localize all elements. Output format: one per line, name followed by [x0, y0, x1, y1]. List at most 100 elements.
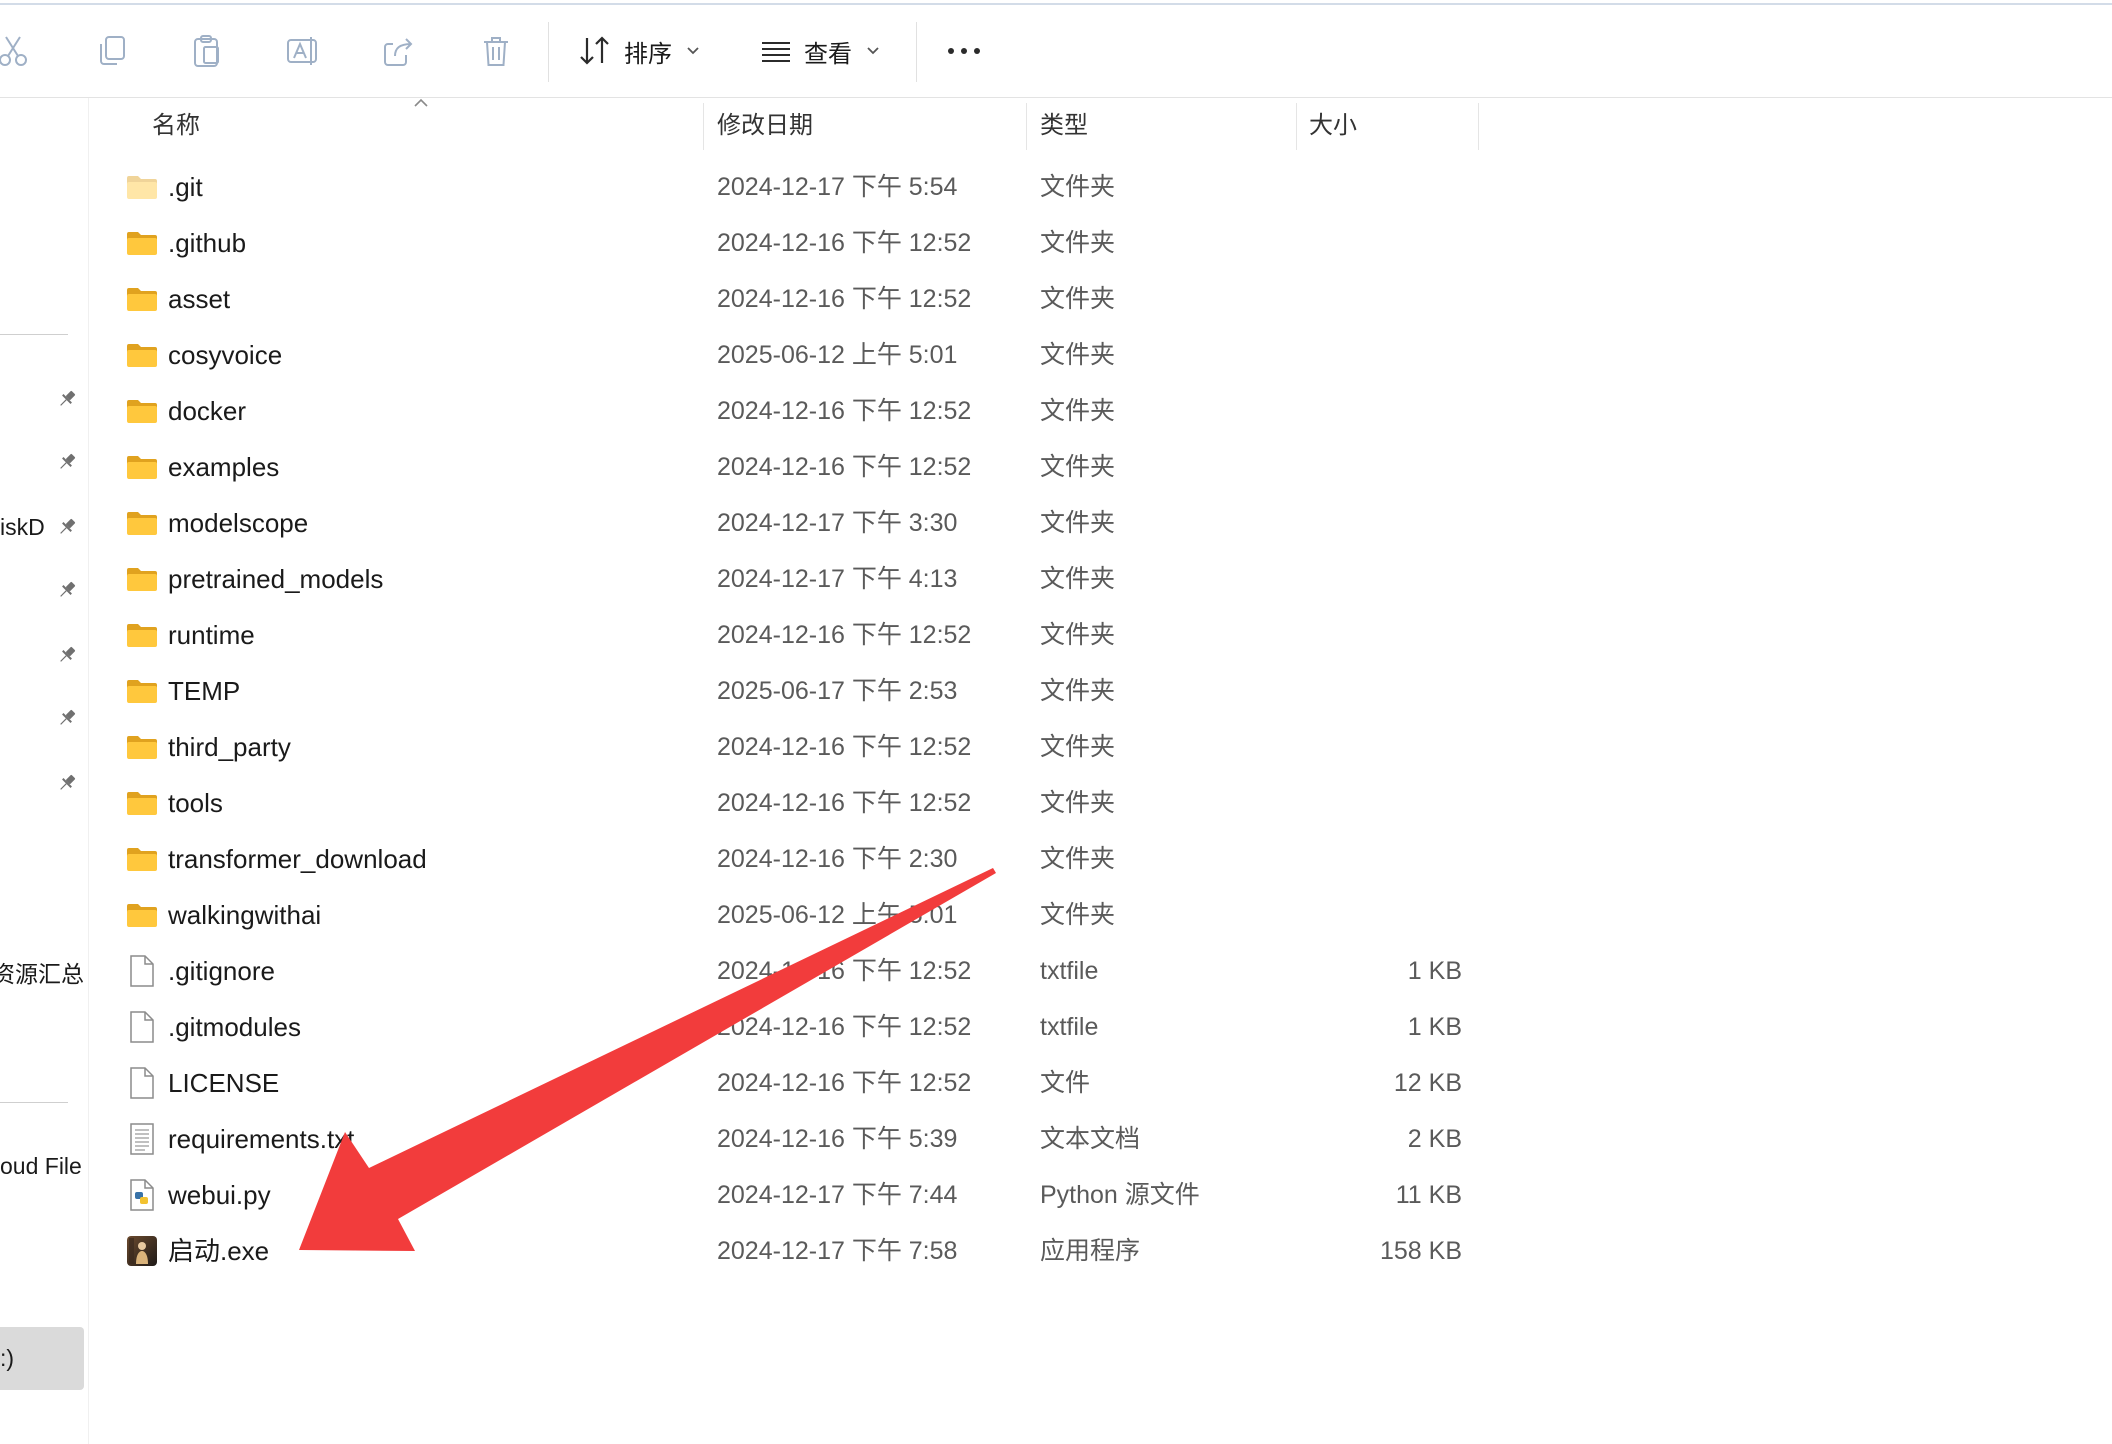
cut-button[interactable]: [0, 5, 32, 97]
file-row[interactable]: .gitmodules 2024-12-16 下午 12:52 txtfile 1 K…: [88, 999, 1480, 1055]
view-button[interactable]: 查看: [760, 5, 890, 97]
nav-separator: [0, 1102, 68, 1103]
paste-button[interactable]: [185, 5, 229, 97]
cut-icon: [0, 36, 27, 66]
file-row[interactable]: asset 2024-12-16 下午 12:52 文件夹: [88, 271, 1480, 327]
file-modified-date: 2024-12-16 下午 5:39: [717, 1125, 958, 1153]
file-icon: [124, 943, 160, 999]
pin-icon[interactable]: [56, 388, 78, 410]
pin-icon[interactable]: [56, 772, 78, 794]
file-row[interactable]: 启动.exe 2024-12-17 下午 7:58 应用程序 158 KB: [88, 1223, 1480, 1279]
file-name: .github: [168, 228, 247, 258]
sort-icon: [580, 36, 609, 65]
copy-button[interactable]: [90, 5, 134, 97]
pin-icon[interactable]: [56, 451, 78, 473]
column-divider[interactable]: [1478, 103, 1479, 150]
more-options-button[interactable]: [940, 5, 988, 97]
file-name: pretrained_models: [168, 564, 384, 594]
file-row[interactable]: TEMP 2025-06-17 下午 2:53 文件夹: [88, 663, 1480, 719]
share-icon: [384, 38, 413, 66]
file-type: 文件夹: [1040, 229, 1116, 257]
file-row[interactable]: LICENSE 2024-12-16 下午 12:52 文件 12 KB: [88, 1055, 1480, 1111]
rename-icon: [287, 37, 317, 65]
file-type: 文件夹: [1040, 453, 1116, 481]
file-type: 文件夹: [1040, 509, 1116, 537]
column-header-name[interactable]: 名称: [152, 105, 200, 147]
file-row[interactable]: cosyvoice 2025-06-12 上午 5:01 文件夹: [88, 327, 1480, 383]
column-header-modified[interactable]: 修改日期: [717, 105, 813, 147]
file-row[interactable]: pretrained_models 2024-12-17 下午 4:13 文件夹: [88, 551, 1480, 607]
file-name: .gitmodules: [168, 1012, 301, 1042]
python-file-icon: [124, 1167, 160, 1223]
file-row[interactable]: .gitignore 2024-12-16 下午 12:52 txtfile 1 KB: [88, 943, 1480, 999]
file-type: 文件夹: [1040, 789, 1116, 817]
more-icon: [948, 48, 980, 54]
folder-icon: [124, 663, 160, 719]
toolbar-divider: [548, 22, 549, 82]
pin-icon[interactable]: [56, 579, 78, 601]
file-row[interactable]: walkingwithai 2025-06-12 上午 5:01 文件夹: [88, 887, 1480, 943]
file-row[interactable]: modelscope 2024-12-17 下午 3:30 文件夹: [88, 495, 1480, 551]
file-modified-date: 2024-12-16 下午 12:52: [717, 1069, 972, 1097]
paste-icon: [194, 35, 219, 67]
pin-icon[interactable]: [56, 516, 78, 538]
folder-icon: [124, 271, 160, 327]
file-type: 文件夹: [1040, 733, 1116, 761]
file-name: 启动.exe: [168, 1236, 270, 1266]
sort-label: 排序: [624, 40, 672, 68]
folder-icon: [124, 551, 160, 607]
file-name: requirements.txt: [168, 1124, 355, 1154]
file-modified-date: 2024-12-17 下午 3:30: [717, 509, 958, 537]
file-type: 文件夹: [1040, 341, 1116, 369]
file-modified-date: 2024-12-16 下午 12:52: [717, 957, 972, 985]
file-size: 1 KB: [1407, 957, 1462, 985]
file-name: .gitignore: [168, 956, 275, 986]
text-document-icon: [124, 1111, 160, 1167]
delete-icon: [484, 37, 508, 66]
column-header-size[interactable]: 大小: [1309, 105, 1357, 147]
chevron-down-icon: [867, 47, 879, 55]
file-name: webui.py: [168, 1180, 271, 1210]
file-row[interactable]: tools 2024-12-16 下午 12:52 文件夹: [88, 775, 1480, 831]
pin-icon[interactable]: [56, 707, 78, 729]
column-divider[interactable]: [703, 103, 704, 150]
nav-item-label[interactable]: 资源汇总: [0, 959, 84, 989]
pin-icon[interactable]: [56, 644, 78, 666]
file-modified-date: 2024-12-16 下午 12:52: [717, 789, 972, 817]
view-label: 查看: [804, 40, 852, 68]
file-row[interactable]: requirements.txt 2024-12-16 下午 5:39 文本文档 2 …: [88, 1111, 1480, 1167]
nav-item-label[interactable]: oud File: [0, 1151, 84, 1181]
file-row[interactable]: third_party 2024-12-16 下午 12:52 文件夹: [88, 719, 1480, 775]
file-modified-date: 2025-06-12 上午 5:01: [717, 901, 958, 929]
navigation-pane: iskD 资源汇总 oud File :): [0, 98, 89, 1444]
file-icon: [124, 1055, 160, 1111]
sort-button[interactable]: 排序: [578, 5, 708, 97]
file-type: 文件夹: [1040, 565, 1116, 593]
file-modified-date: 2024-12-17 下午 4:13: [717, 565, 958, 593]
file-modified-date: 2024-12-16 下午 12:52: [717, 733, 972, 761]
nav-item-selected[interactable]: :): [0, 1327, 84, 1390]
nav-item-label[interactable]: iskD: [0, 512, 56, 542]
column-divider[interactable]: [1296, 103, 1297, 150]
file-type: 文件夹: [1040, 621, 1116, 649]
file-modified-date: 2024-12-16 下午 2:30: [717, 845, 958, 873]
file-name: LICENSE: [168, 1068, 280, 1098]
file-row[interactable]: webui.py 2024-12-17 下午 7:44 Python 源文件 11 K…: [88, 1167, 1480, 1223]
file-row[interactable]: .git 2024-12-17 下午 5:54 文件夹: [88, 159, 1480, 215]
delete-button[interactable]: [474, 5, 518, 97]
column-divider[interactable]: [1026, 103, 1027, 150]
file-modified-date: 2024-12-16 下午 12:52: [717, 1013, 972, 1041]
file-size: 1 KB: [1407, 1013, 1462, 1041]
file-row[interactable]: .github 2024-12-16 下午 12:52 文件夹: [88, 215, 1480, 271]
folder-icon: [124, 439, 160, 495]
file-row[interactable]: examples 2024-12-16 下午 12:52 文件夹: [88, 439, 1480, 495]
file-name: transformer_download: [168, 844, 427, 874]
share-button[interactable]: [377, 5, 421, 97]
file-row[interactable]: docker 2024-12-16 下午 12:52 文件夹: [88, 383, 1480, 439]
file-row[interactable]: transformer_download 2024-12-16 下午 2:30 文件…: [88, 831, 1480, 887]
folder-icon: [124, 831, 160, 887]
file-row[interactable]: runtime 2024-12-16 下午 12:52 文件夹: [88, 607, 1480, 663]
rename-button[interactable]: [281, 5, 325, 97]
file-modified-date: 2024-12-17 下午 7:44: [717, 1181, 958, 1209]
column-header-type[interactable]: 类型: [1040, 105, 1088, 147]
